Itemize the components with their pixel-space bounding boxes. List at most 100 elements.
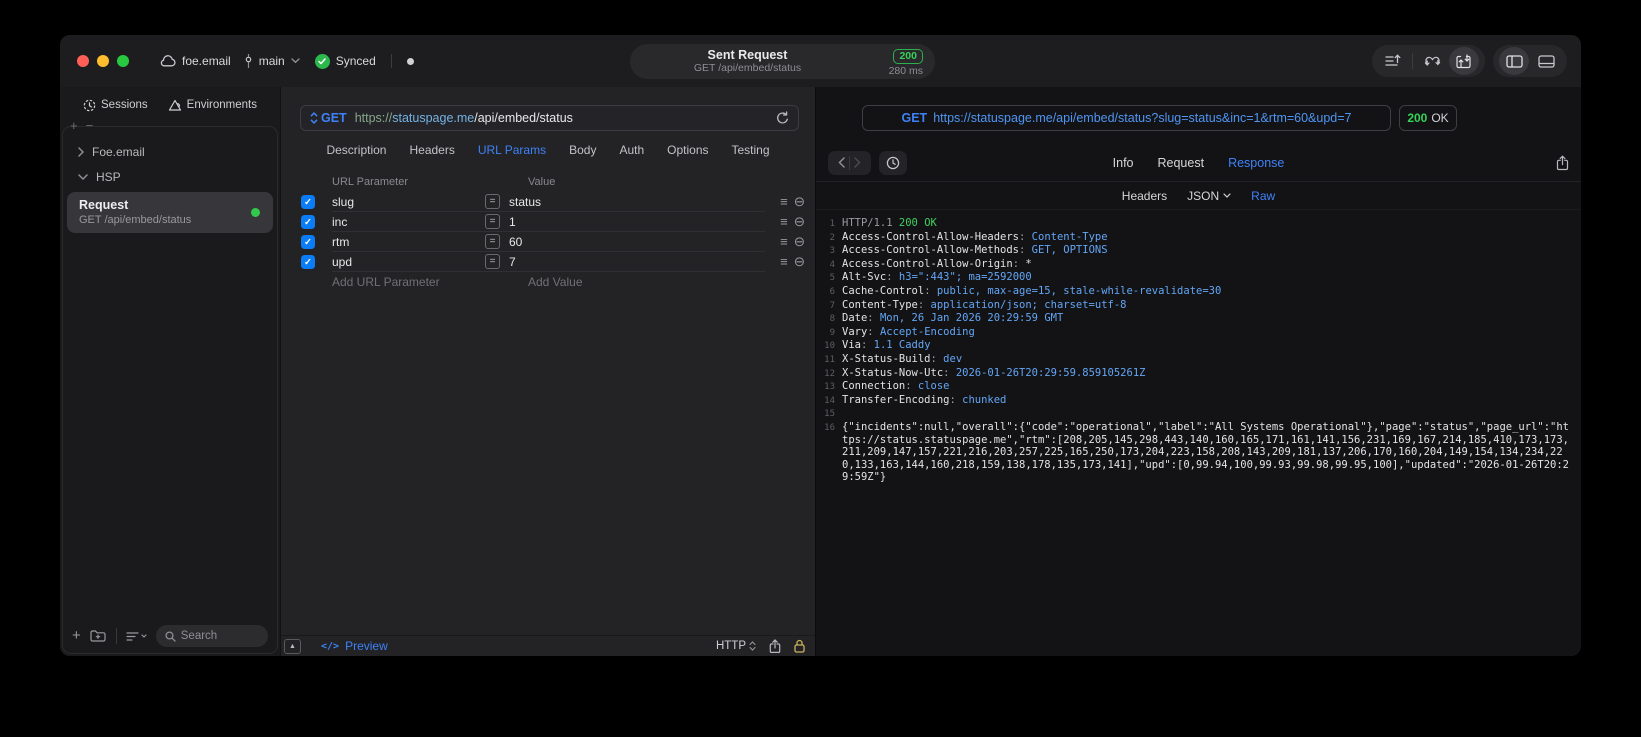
request-editor-footer: ▲ </> Preview HTTP xyxy=(281,635,815,656)
param-value-field[interactable]: 1 xyxy=(509,215,516,229)
tree-item-foe-email[interactable]: Foe.email xyxy=(63,139,277,164)
search-input[interactable]: Search xyxy=(155,625,268,647)
sidebar-request-item-selected[interactable]: Request GET /api/embed/status xyxy=(67,192,273,233)
tree-item-hsp[interactable]: HSP xyxy=(63,164,277,189)
close-window-button[interactable] xyxy=(77,55,89,67)
response-tab-response[interactable]: Response xyxy=(1228,156,1284,170)
add-parameter-row[interactable]: Add URL Parameter Add Value xyxy=(281,272,815,292)
param-value-field[interactable]: 60 xyxy=(509,235,522,249)
param-checkbox[interactable]: ✓ xyxy=(301,195,315,209)
method-stepper-icon[interactable] xyxy=(310,112,318,124)
remove-param-icon[interactable]: ⊖ xyxy=(794,195,805,209)
history-clock-icon[interactable] xyxy=(879,150,907,175)
zoom-window-button[interactable] xyxy=(117,55,129,67)
forward-button[interactable] xyxy=(850,157,865,168)
param-name-field[interactable]: inc xyxy=(332,215,485,229)
chevron-down-icon xyxy=(291,58,300,64)
preview-label: Preview xyxy=(345,639,388,653)
preview-button[interactable]: </> Preview xyxy=(321,639,388,653)
request-url-bar[interactable]: GET https://statuspage.me/api/embed/stat… xyxy=(300,105,799,131)
branch-selector[interactable]: main xyxy=(244,53,300,69)
request-tab-description[interactable]: Description xyxy=(326,143,386,157)
drag-handle-icon[interactable]: ≡ xyxy=(780,235,788,248)
response-view-tab-json[interactable]: JSON xyxy=(1187,189,1231,203)
titlebar: foe.email main Synced Sent Request GET /… xyxy=(60,35,1581,87)
code-line: 4 Access-Control-Allow-Origin: * xyxy=(816,258,1581,272)
request-tab-url-params[interactable]: URL Params xyxy=(478,143,546,157)
environments-icon xyxy=(168,99,182,112)
new-folder-icon[interactable] xyxy=(90,629,107,643)
sync-status[interactable]: Synced xyxy=(314,53,376,69)
equals-operator-icon[interactable]: = xyxy=(485,194,500,209)
lock-icon[interactable] xyxy=(794,639,805,653)
response-nav-bar: Info Request Response xyxy=(816,144,1581,182)
tree-item-label: Foe.email xyxy=(92,144,145,159)
drag-handle-icon[interactable]: ≡ xyxy=(780,215,788,228)
add-request-button[interactable]: + xyxy=(72,628,81,643)
request-tab-auth[interactable]: Auth xyxy=(619,143,644,157)
sent-url: https://statuspage.me/api/embed/status?s… xyxy=(933,111,1352,125)
search-placeholder: Search xyxy=(180,630,218,642)
request-tab-body[interactable]: Body xyxy=(569,143,596,157)
expand-panel-icon[interactable]: ▲ xyxy=(284,638,301,654)
drag-handle-icon[interactable]: ≡ xyxy=(780,195,788,208)
minimize-window-button[interactable] xyxy=(97,55,109,67)
project-menu[interactable]: foe.email xyxy=(159,54,231,68)
protocol-selector[interactable]: HTTP xyxy=(716,640,756,652)
param-checkbox[interactable]: ✓ xyxy=(301,215,315,229)
sidebar-tab-environments[interactable]: Environments xyxy=(168,99,257,112)
add-value-placeholder[interactable]: Add Value xyxy=(528,275,583,289)
equals-operator-icon[interactable]: = xyxy=(485,254,500,269)
param-name-field[interactable]: upd xyxy=(332,255,485,269)
sidebar-tab-sessions[interactable]: Sessions xyxy=(83,99,148,112)
request-tab-testing[interactable]: Testing xyxy=(732,143,770,157)
request-tab-headers[interactable]: Headers xyxy=(409,143,454,157)
line-number: 8 xyxy=(829,314,835,325)
add-session-button[interactable]: + xyxy=(70,118,78,133)
back-button[interactable] xyxy=(834,157,849,168)
equals-operator-icon[interactable]: = xyxy=(485,234,500,249)
cloud-icon xyxy=(159,55,176,67)
drag-handle-icon[interactable]: ≡ xyxy=(780,255,788,268)
param-checkbox[interactable]: ✓ xyxy=(301,255,315,269)
param-row-slug: ✓ slug = status ≡ ⊖ xyxy=(281,192,815,212)
param-value-field[interactable]: status xyxy=(509,195,541,209)
response-view-tab-headers[interactable]: Headers xyxy=(1122,189,1167,203)
add-parameter-placeholder[interactable]: Add URL Parameter xyxy=(332,275,502,289)
equals-operator-icon[interactable]: = xyxy=(485,214,500,229)
compare-requests-icon[interactable] xyxy=(1417,47,1447,75)
request-tab-options[interactable]: Options xyxy=(667,143,708,157)
toggle-bottom-panel-icon[interactable] xyxy=(1531,47,1561,75)
remove-param-icon[interactable]: ⊖ xyxy=(794,235,805,249)
url-path: /api/embed/status xyxy=(474,111,573,125)
sort-filter-icon[interactable] xyxy=(126,631,147,642)
response-view-tab-raw[interactable]: Raw xyxy=(1251,189,1275,203)
remove-param-icon[interactable]: ⊖ xyxy=(794,215,805,229)
param-value-field[interactable]: 7 xyxy=(509,255,516,269)
column-header-value: Value xyxy=(528,176,556,188)
window-controls xyxy=(77,55,129,67)
remove-session-button[interactable]: − xyxy=(86,118,94,133)
sort-requests-icon[interactable] xyxy=(1378,47,1408,75)
line-number: 5 xyxy=(829,273,835,284)
response-tab-info[interactable]: Info xyxy=(1113,156,1134,170)
response-tab-request[interactable]: Request xyxy=(1158,156,1205,170)
sent-request-pill[interactable]: Sent Request GET /api/embed/status 200 2… xyxy=(630,44,935,79)
param-checkbox[interactable]: ✓ xyxy=(301,235,315,249)
response-tab-bar: Info Request Response xyxy=(816,156,1581,170)
line-number: 2 xyxy=(829,232,835,243)
request-method[interactable]: GET xyxy=(321,111,347,125)
export-response-icon[interactable] xyxy=(1556,154,1569,171)
share-icon[interactable] xyxy=(769,638,781,654)
line-number: 16 xyxy=(824,422,835,433)
param-name-field[interactable]: slug xyxy=(332,195,485,209)
request-item-title: Request xyxy=(79,198,129,212)
code-line: 5 Alt-Svc: h3=":443"; ma=2592000 xyxy=(816,271,1581,285)
param-name-field[interactable]: rtm xyxy=(332,235,485,249)
search-icon xyxy=(165,630,176,642)
send-refresh-icon[interactable] xyxy=(776,111,789,125)
sent-request-url[interactable]: GET https://statuspage.me/api/embed/stat… xyxy=(862,105,1391,131)
import-export-icon[interactable] xyxy=(1449,47,1479,75)
toggle-sidebar-icon[interactable] xyxy=(1499,47,1529,75)
remove-param-icon[interactable]: ⊖ xyxy=(794,255,805,269)
